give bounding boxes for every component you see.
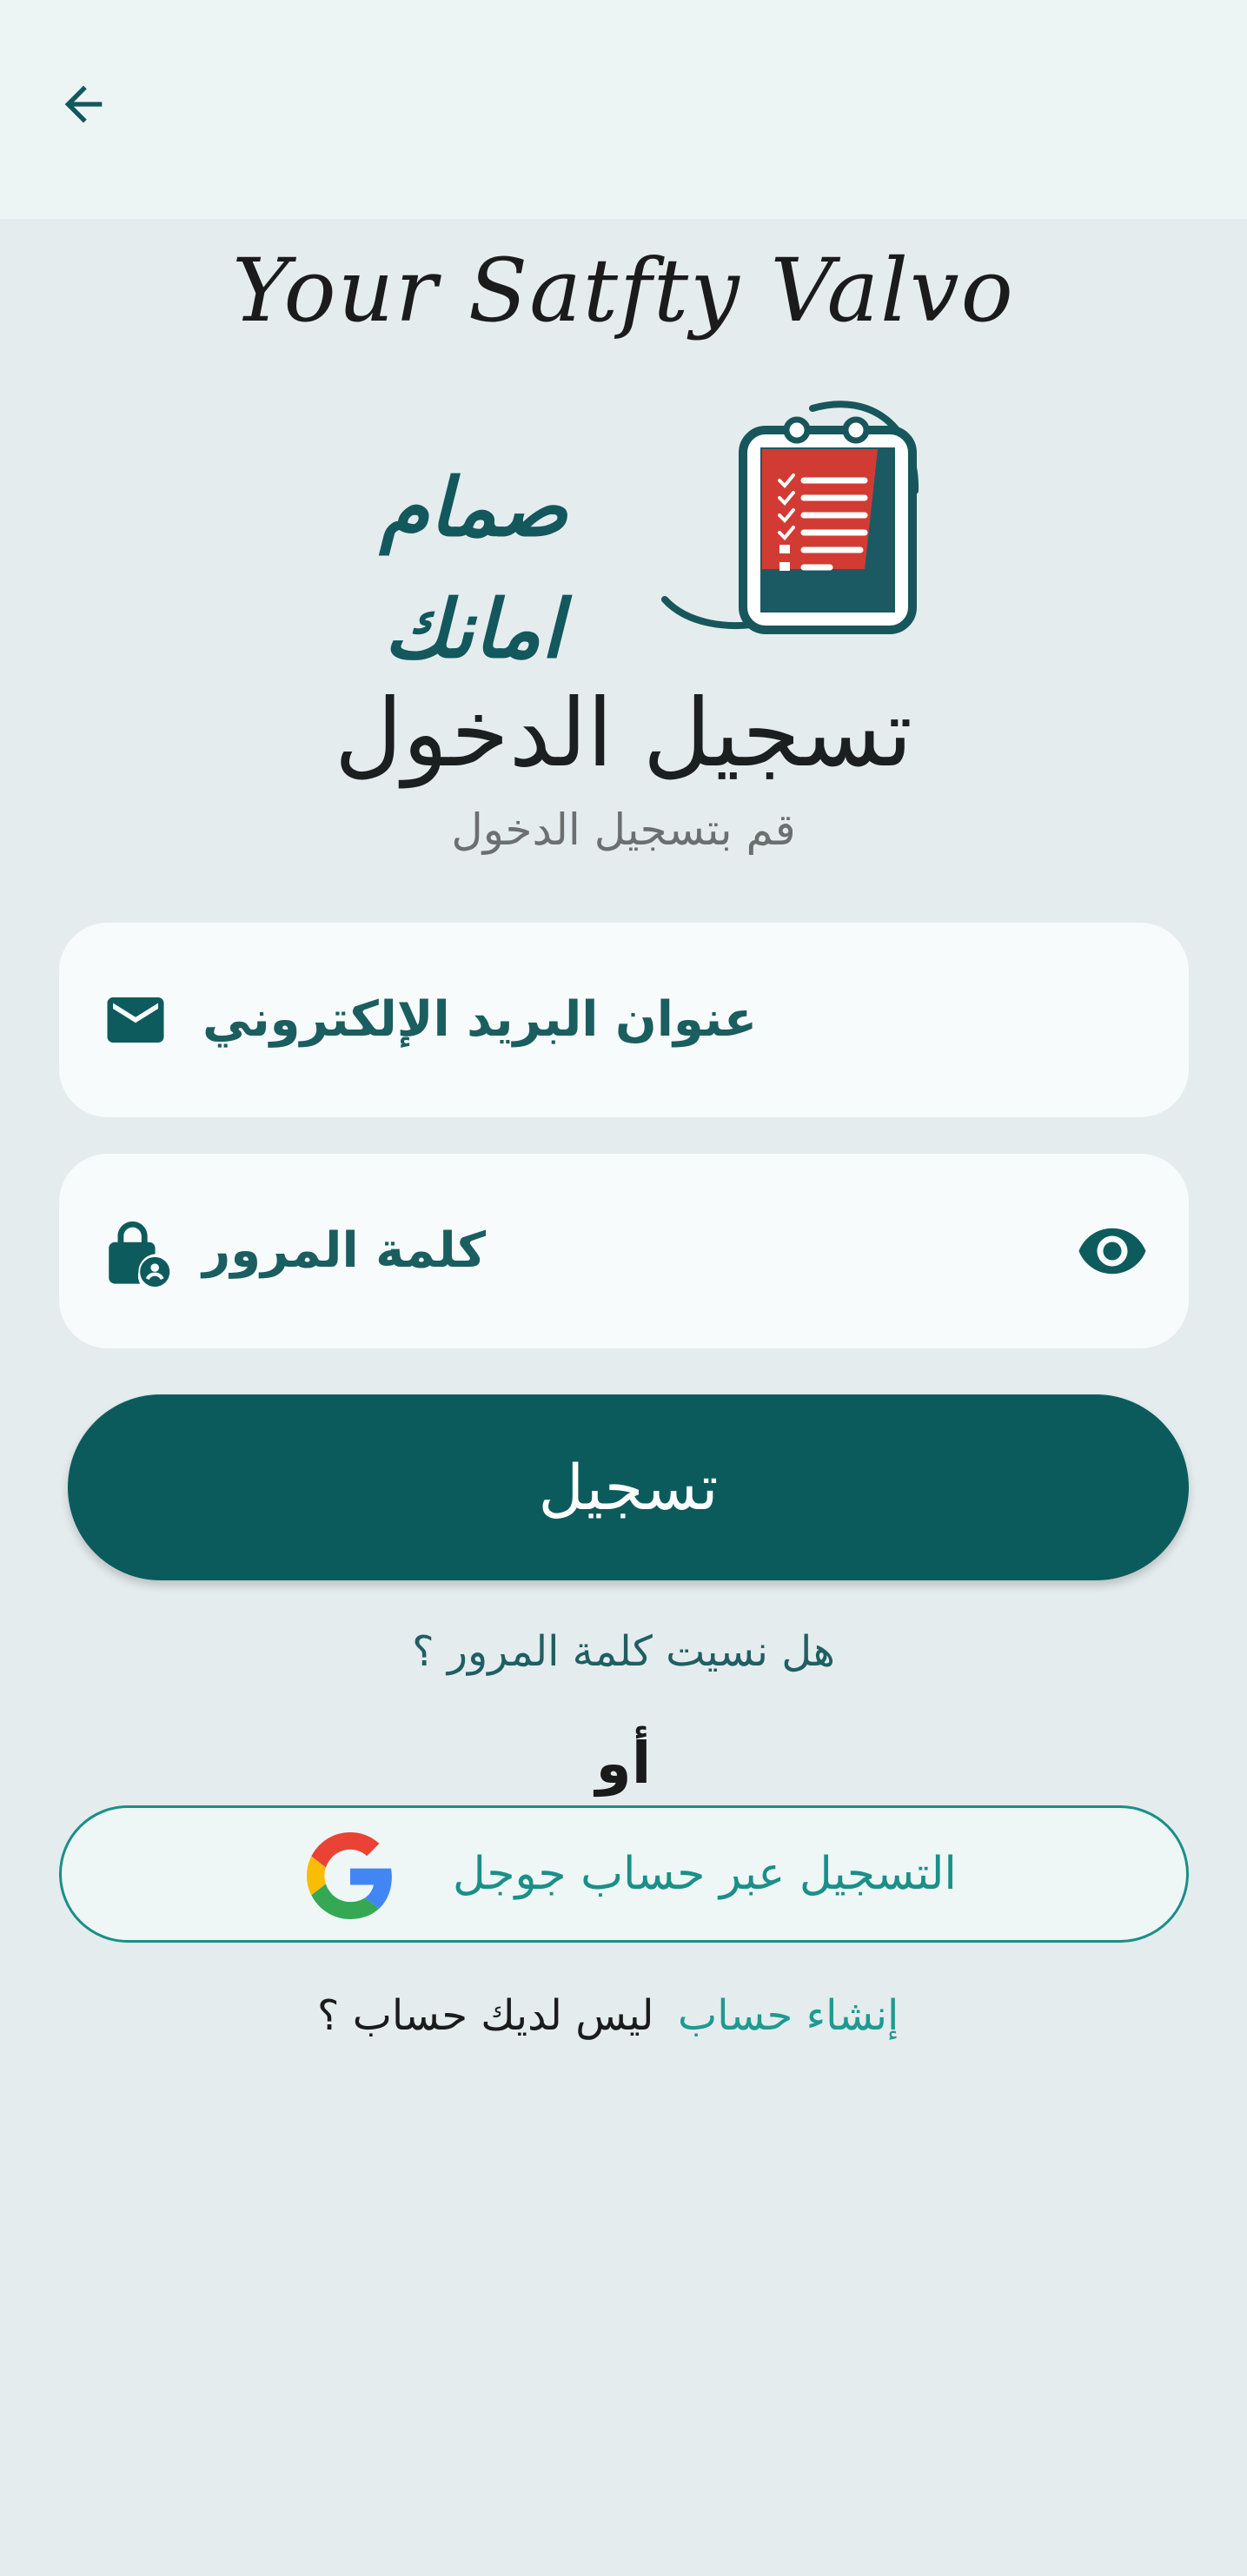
no-account-text: ليس لديك حساب ؟	[317, 1991, 654, 2040]
page-subtitle: قم بتسجيل الدخول	[451, 805, 796, 855]
create-account-link[interactable]: إنشاء حساب	[678, 1985, 899, 2046]
or-divider-text: أو	[595, 1730, 652, 1797]
app-tagline: Your Satfty Valvo	[232, 240, 1015, 341]
clipboard-checklist-icon	[661, 401, 919, 634]
forgot-password-link[interactable]: هل نسيت كلمة المرور ؟	[0, 1621, 1247, 1682]
email-placeholder: عنوان البريد الإلكتروني	[202, 991, 758, 1048]
email-field[interactable]: عنوان البريد الإلكتروني	[59, 923, 1189, 1117]
google-signin-button[interactable]: التسجيل عبر حساب جوجل	[59, 1805, 1189, 1943]
app-logo: صمام امانك	[291, 395, 925, 676]
password-field[interactable]: كلمة المرور	[59, 1154, 1189, 1348]
signup-row: ليس لديك حساب ؟ إنشاء حساب	[0, 1985, 1247, 2046]
eye-icon[interactable]	[1071, 1209, 1154, 1293]
app-bar	[0, 0, 1247, 219]
google-signin-label: التسجيل عبر حساب جوجل	[453, 1848, 957, 1900]
arrow-back-icon	[64, 85, 103, 123]
lock-person-icon	[99, 1215, 172, 1288]
login-button[interactable]: تسجيل	[68, 1394, 1189, 1580]
google-g-icon	[307, 1832, 392, 1919]
back-button[interactable]	[42, 63, 125, 146]
page-title: تسجيل الدخول	[334, 679, 913, 788]
mail-icon	[99, 983, 172, 1056]
logo-text: صمام امانك	[379, 461, 568, 676]
password-placeholder: كلمة المرور	[202, 1222, 487, 1279]
